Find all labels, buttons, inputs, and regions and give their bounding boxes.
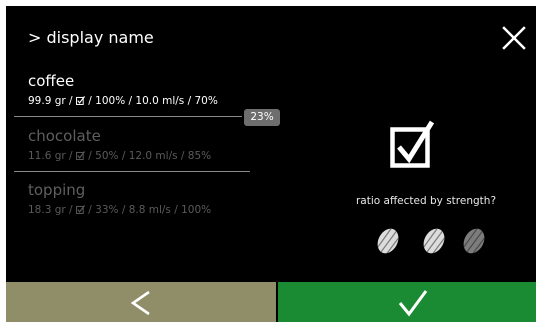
checkbox-icon — [75, 96, 85, 105]
checkbox-icon — [75, 205, 85, 214]
ingredient-topping[interactable]: topping 18.3 gr / / 33% / 8.8 ml/s / 100… — [28, 181, 211, 217]
ingredient-params: / 33% / 8.8 ml/s / 100% — [88, 204, 212, 216]
back-button[interactable] — [6, 282, 276, 322]
confirm-button[interactable] — [278, 282, 536, 322]
ingredient-details: 11.6 gr / / 50% / 12.0 ml/s / 85% — [28, 150, 212, 162]
ingredient-amount: 18.3 gr — [28, 204, 66, 216]
strength-selector — [372, 226, 492, 258]
bean-icon[interactable] — [376, 226, 400, 256]
ingredient-name: chocolate — [28, 127, 101, 145]
close-icon[interactable] — [500, 24, 528, 52]
ingredient-params: / 100% / 10.0 ml/s / 70% — [88, 95, 218, 107]
ratio-badge: 23% — [244, 109, 280, 126]
checkmark-icon — [398, 290, 428, 317]
chevron-left-icon — [130, 290, 150, 316]
bean-icon[interactable] — [422, 226, 446, 256]
divider — [14, 116, 242, 117]
ingredient-amount: 11.6 gr — [28, 150, 66, 162]
ingredient-params: / 50% / 12.0 ml/s / 85% — [88, 150, 212, 162]
page-title: > display name — [28, 28, 154, 47]
divider — [14, 171, 250, 172]
recipe-editor-screen: > display name coffee 99.9 gr / / 100% /… — [6, 6, 536, 322]
ingredient-coffee[interactable]: coffee 99.9 gr / / 100% / 10.0 ml/s / 70… — [28, 72, 218, 108]
ingredient-name: topping — [28, 181, 86, 199]
ingredient-details: 99.9 gr / / 100% / 10.0 ml/s / 70% — [28, 95, 218, 107]
checkbox-icon — [75, 151, 85, 160]
ingredient-amount: 99.9 gr — [28, 95, 66, 107]
strength-question: ratio affected by strength? — [355, 195, 497, 207]
ingredient-details: 18.3 gr / / 33% / 8.8 ml/s / 100% — [28, 204, 212, 216]
bean-icon[interactable] — [462, 226, 486, 256]
ingredient-name: coffee — [28, 72, 75, 90]
strength-checkbox-icon[interactable] — [390, 119, 436, 169]
ingredient-chocolate[interactable]: chocolate 11.6 gr / / 50% / 12.0 ml/s / … — [28, 127, 211, 163]
